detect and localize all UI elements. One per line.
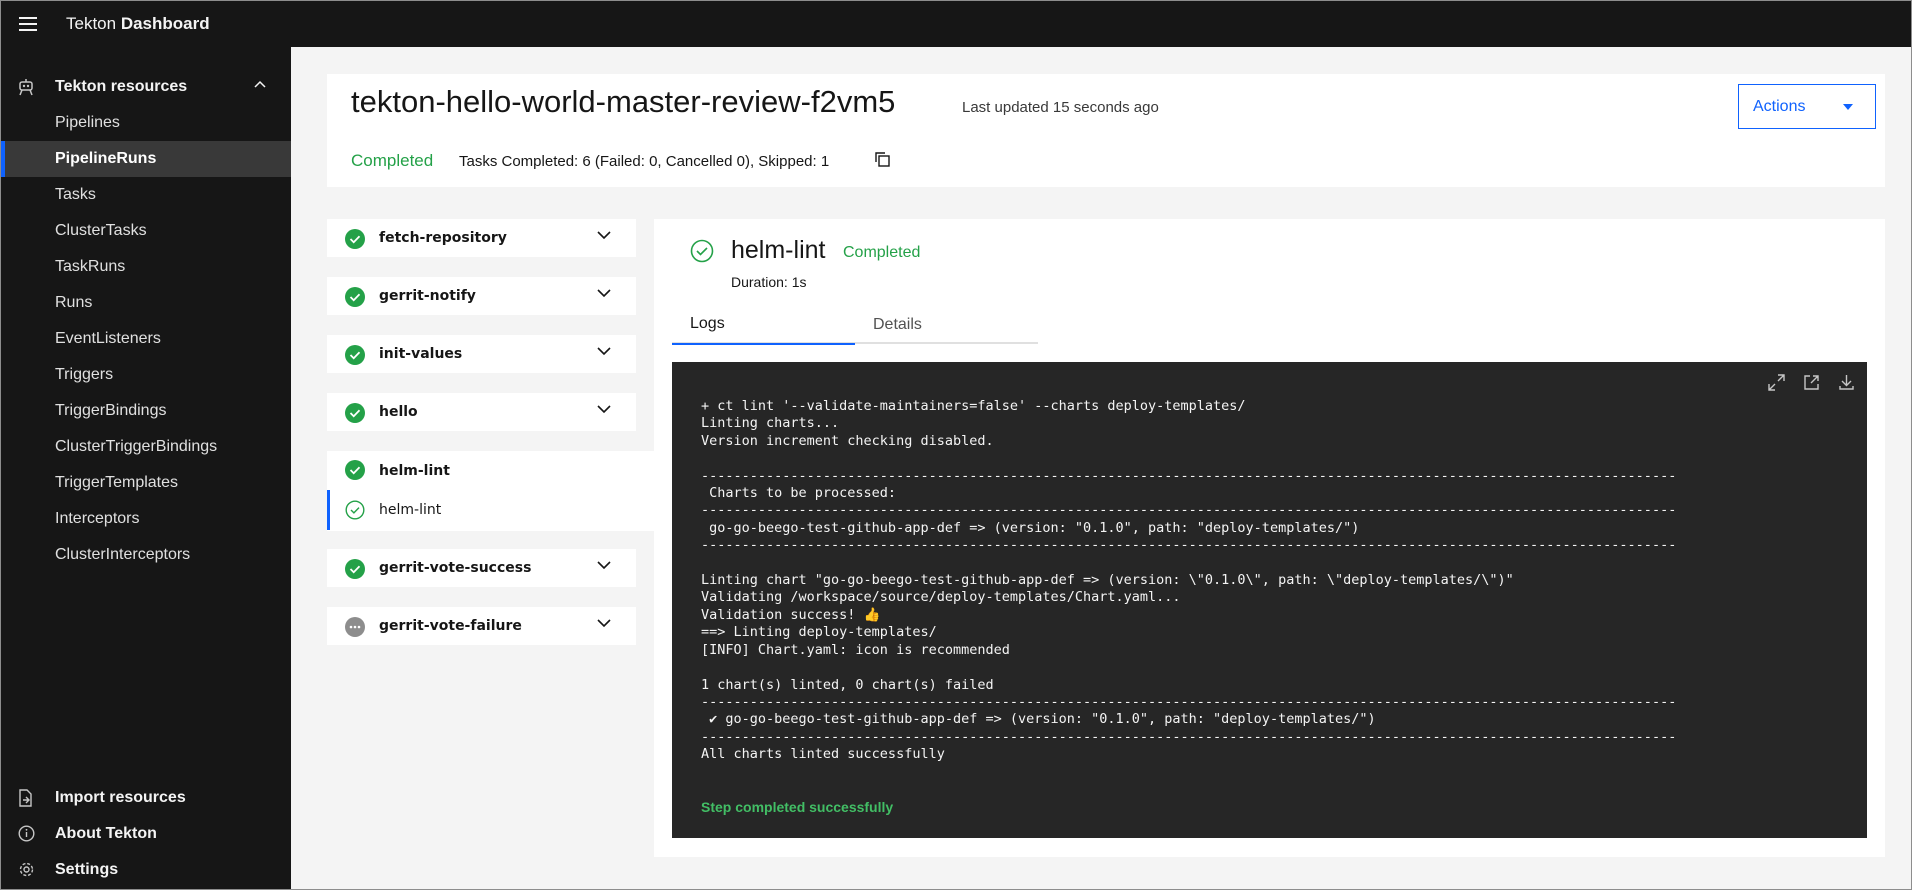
actions-dropdown-button[interactable]: Actions bbox=[1738, 84, 1876, 129]
copy-button[interactable] bbox=[874, 151, 891, 168]
sidebar-item-runs[interactable]: Runs bbox=[0, 285, 291, 321]
maximize-icon[interactable] bbox=[1768, 374, 1785, 391]
chevron-down-icon bbox=[597, 289, 611, 298]
caret-down-icon bbox=[1843, 104, 1853, 110]
task-label: gerrit-vote-failure bbox=[379, 618, 522, 634]
task-label: fetch-repository bbox=[379, 230, 507, 246]
hamburger-menu-button[interactable] bbox=[0, 0, 56, 47]
download-icon[interactable] bbox=[1838, 374, 1855, 391]
import-resources-link[interactable]: Import resources bbox=[0, 780, 291, 816]
success-outline-icon bbox=[345, 500, 365, 520]
chevron-down-icon bbox=[597, 405, 611, 414]
actions-label: Actions bbox=[1753, 97, 1806, 115]
task-gerrit-vote-success[interactable]: gerrit-vote-success bbox=[327, 549, 636, 587]
tekton-robot-icon bbox=[19, 79, 33, 96]
chevron-down-icon bbox=[597, 619, 611, 628]
side-nav: Tekton resources Pipelines PipelineRuns … bbox=[0, 47, 291, 890]
sidebar-item-triggerbindings[interactable]: TriggerBindings bbox=[0, 393, 291, 429]
last-updated-text: Last updated 15 seconds ago bbox=[962, 99, 1159, 116]
task-fetch-repository[interactable]: fetch-repository bbox=[327, 219, 636, 257]
brand-bold: Dashboard bbox=[120, 13, 210, 33]
app-brand[interactable]: Tekton Dashboard bbox=[66, 14, 210, 34]
sidebar-item-taskruns[interactable]: TaskRuns bbox=[0, 249, 291, 285]
success-check-icon bbox=[345, 460, 365, 480]
sidebar-item-triggertemplates[interactable]: TriggerTemplates bbox=[0, 465, 291, 501]
success-outline-icon bbox=[690, 239, 714, 263]
tab-logs[interactable]: Logs bbox=[672, 305, 855, 345]
sidebar-item-tasks[interactable]: Tasks bbox=[0, 177, 291, 213]
success-check-icon bbox=[345, 229, 365, 249]
success-check-icon bbox=[345, 345, 365, 365]
step-helm-lint[interactable]: helm-lint bbox=[327, 490, 654, 530]
sidebar-item-interceptors[interactable]: Interceptors bbox=[0, 501, 291, 537]
sidebar-item-eventlisteners[interactable]: EventListeners bbox=[0, 321, 291, 357]
step-duration: Duration: 1s bbox=[731, 274, 807, 290]
step-status: Completed bbox=[843, 244, 921, 261]
import-resources-label: Import resources bbox=[55, 789, 186, 806]
chevron-down-icon bbox=[597, 561, 611, 570]
task-label: gerrit-notify bbox=[379, 288, 476, 304]
top-header: Tekton Dashboard bbox=[0, 0, 1912, 47]
success-check-icon bbox=[345, 403, 365, 423]
sidebar-item-clusterinterceptors[interactable]: ClusterInterceptors bbox=[0, 537, 291, 573]
step-detail-panel: helm-lint Completed Duration: 1s Logs De… bbox=[654, 219, 1885, 857]
hamburger-icon bbox=[19, 16, 37, 31]
launch-icon[interactable] bbox=[1803, 374, 1820, 391]
gear-icon bbox=[19, 862, 34, 877]
task-label[interactable]: helm-lint bbox=[379, 463, 450, 479]
sidebar-item-pipelineruns[interactable]: PipelineRuns bbox=[0, 141, 291, 177]
task-helm-lint-expanded: helm-lint helm-lint bbox=[327, 451, 654, 531]
task-init-values[interactable]: init-values bbox=[327, 335, 636, 373]
task-gerrit-notify[interactable]: gerrit-notify bbox=[327, 277, 636, 315]
sidebar-item-clustertasks[interactable]: ClusterTasks bbox=[0, 213, 291, 249]
run-status: Completed bbox=[351, 151, 434, 170]
task-gerrit-vote-failure[interactable]: gerrit-vote-failure bbox=[327, 607, 636, 645]
task-hello[interactable]: hello bbox=[327, 393, 636, 431]
copy-icon bbox=[875, 152, 890, 167]
pipelinerun-header: tekton-hello-world-master-review-f2vm5 L… bbox=[327, 74, 1885, 187]
page-title: tekton-hello-world-master-review-f2vm5 bbox=[351, 84, 896, 119]
step-label: helm-lint bbox=[379, 502, 442, 518]
sidebar-item-clustertriggerbindings[interactable]: ClusterTriggerBindings bbox=[0, 429, 291, 465]
task-label: hello bbox=[379, 404, 418, 420]
step-title: helm-lint bbox=[731, 236, 826, 264]
section-label: Tekton resources bbox=[55, 78, 188, 95]
success-check-icon bbox=[345, 287, 365, 307]
success-check-icon bbox=[345, 559, 365, 579]
info-icon bbox=[18, 825, 35, 842]
about-tekton-link[interactable]: About Tekton bbox=[0, 816, 291, 852]
log-output: + ct lint '--validate-maintainers=false'… bbox=[701, 398, 1677, 763]
step-complete-message: Step completed successfully bbox=[701, 799, 894, 815]
tekton-resources-section[interactable]: Tekton resources bbox=[0, 69, 291, 105]
log-viewer: + ct lint '--validate-maintainers=false'… bbox=[672, 362, 1867, 838]
document-import-icon bbox=[19, 789, 32, 807]
task-summary: Tasks Completed: 6 (Failed: 0, Cancelled… bbox=[459, 153, 830, 170]
about-tekton-label: About Tekton bbox=[55, 825, 157, 842]
brand-prefix: Tekton bbox=[66, 13, 117, 33]
task-label: gerrit-vote-success bbox=[379, 560, 532, 576]
task-label: init-values bbox=[379, 346, 463, 362]
tab-details[interactable]: Details bbox=[855, 305, 1038, 344]
step-tabs: Logs Details bbox=[672, 305, 1038, 345]
chevron-down-icon bbox=[597, 231, 611, 240]
settings-label: Settings bbox=[55, 861, 119, 878]
chevron-down-icon bbox=[597, 347, 611, 356]
settings-link[interactable]: Settings bbox=[0, 852, 291, 888]
chevron-up-icon bbox=[254, 80, 266, 88]
log-toolbar bbox=[1768, 374, 1855, 391]
skipped-icon bbox=[345, 617, 365, 637]
sidebar-item-triggers[interactable]: Triggers bbox=[0, 357, 291, 393]
sidebar-item-pipelines[interactable]: Pipelines bbox=[0, 105, 291, 141]
